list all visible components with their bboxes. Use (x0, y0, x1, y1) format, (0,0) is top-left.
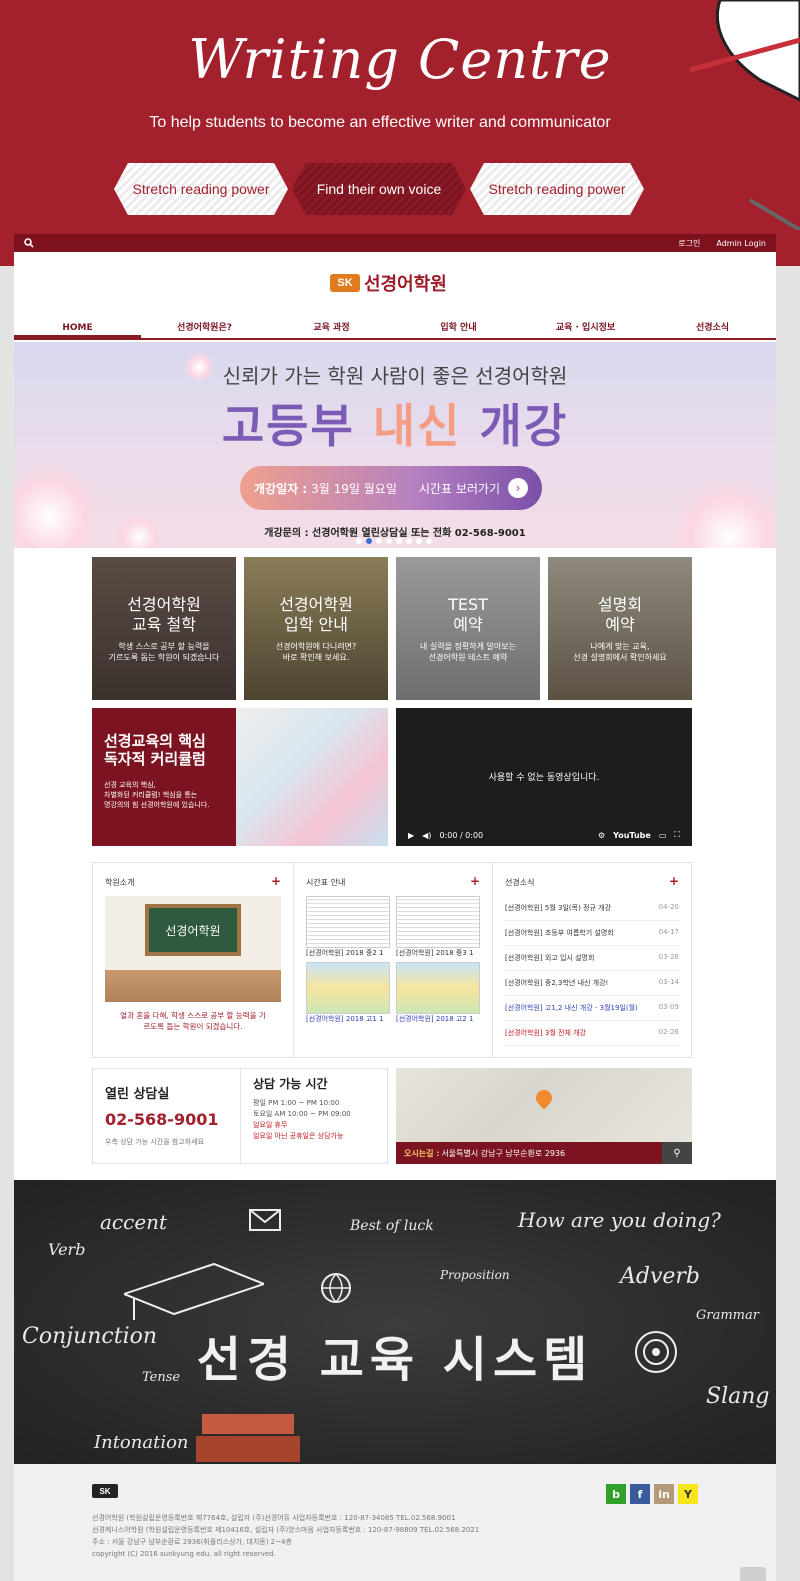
timetable-thumb[interactable] (306, 962, 390, 1014)
timetable-thumb[interactable] (306, 896, 390, 948)
play-icon[interactable]: ▶ (408, 831, 414, 840)
pill-stretch-reading-1[interactable]: Stretch reading power (114, 163, 288, 215)
video-time: 0:00 / 0:00 (439, 830, 484, 840)
site-footer: SK b f in Y 선경어학원 (학원설립운영등록번호 제7764호, 설립… (14, 1464, 776, 1581)
map-address: 오시는길 : 서울특별시 강남구 남부순환로 2936 (396, 1142, 692, 1164)
contact-phone[interactable]: 02-568-9001 (105, 1110, 228, 1129)
location-map[interactable]: 오시는길 : 서울특별시 강남구 남부순환로 2936 ⚲ (396, 1068, 692, 1164)
contact-note: 우측 상담 가능 시간을 참고하세요 (105, 1138, 205, 1146)
tile-philosophy[interactable]: 선경어학원 교육 철학 학생 스스로 공부 할 능력을 기르도록 돕는 학원이 되겠… (92, 557, 236, 700)
facebook-icon[interactable]: f (630, 1484, 650, 1504)
slider-dots[interactable] (356, 538, 432, 544)
books-icon (196, 1414, 300, 1462)
graduation-cap-icon (124, 1262, 264, 1320)
settings-icon[interactable]: ⚙ (598, 831, 605, 840)
social-links: b f in Y (606, 1484, 698, 1504)
timetable-cta-button[interactable]: 개강일자 :3월 19일 월요일 시간표 보러가기 › (240, 466, 542, 510)
timetable-label[interactable]: [선경어학원] 2018 중3 1 (396, 948, 480, 958)
footer-info: 선경어학원 (학원설립운영등록번호 제7764호, 설립자 (주)선경어듀 사업… (92, 1514, 480, 1558)
website-frame: 로그인 Admin Login SK 선경어학원 HOME 선경어학원은? 교육… (14, 234, 776, 1581)
volume-icon[interactable]: ◀) (422, 831, 431, 840)
news-item[interactable]: [선경어학원] 초등부 여름학기 설명회 04-17 (505, 921, 679, 946)
scroll-top-button[interactable] (740, 1567, 766, 1581)
timetable-label[interactable]: [선경어학원] 2018 고2 1 (396, 1014, 480, 1024)
globe-icon (321, 1273, 351, 1304)
plus-icon[interactable]: + (271, 875, 281, 888)
timetable-label[interactable]: [선경어학원] 2018 중2 1 (306, 948, 390, 958)
logo-mark: SK (330, 274, 360, 292)
site-logo[interactable]: SK 선경어학원 (330, 270, 447, 296)
hours-sunday: 일요일 휴무 (253, 1121, 288, 1129)
timetable-thumb[interactable] (396, 896, 480, 948)
tile-admission[interactable]: 선경어학원 입학 안내 선경어학원에 다니려면? 바로 확인해 보세요. (244, 557, 388, 700)
plus-icon[interactable]: + (669, 875, 679, 888)
about-box: 학원소개 + 선경어학원 열과 혼을 다해, 학생 스스로 공부 할 능력을 기르… (93, 863, 294, 1057)
video-unavailable-message: 사용할 수 없는 동영상입니다. (488, 773, 600, 783)
timetable-label[interactable]: [선경어학원] 2018 고1 1 (306, 1014, 390, 1024)
info-boxes: 학원소개 + 선경어학원 열과 혼을 다해, 학생 스스로 공부 할 능력을 기르… (92, 862, 692, 1058)
hero-title: Writing Centre (188, 28, 612, 91)
tile-test[interactable]: TEST 예약 내 실력을 정확하게 알아보는 선경어학원 테스트 예약 (396, 557, 540, 700)
location-pin-icon[interactable]: ⚲ (662, 1142, 692, 1164)
about-caption: 열과 혼을 다해, 학생 스스로 공부 할 능력을 기 르도록 돕는 학원이 되겠… (120, 1011, 266, 1031)
hero-banner[interactable]: 신뢰가 가는 학원 사람이 좋은 선경어학원 고등부 내신 개강 개강일자 :3… (14, 342, 776, 548)
login-link[interactable]: 로그인 (678, 238, 700, 249)
news-item[interactable]: [선경어학원] 고1,2 내신 개강 - 3월19일(월) 03-09 (505, 996, 679, 1021)
chalkboard-title: 선경 교육 시스템 (196, 1332, 594, 1388)
news-item[interactable]: [선경어학원] 중2,3학년 내신 개강! 03-14 (505, 971, 679, 996)
hours-heading: 상담 가능 시간 (253, 1077, 328, 1091)
tile-seminar[interactable]: 설명회 예약 나에게 맞는 교육, 선경 설명회에서 확인하세요 (548, 557, 692, 700)
blog-icon[interactable]: b (606, 1484, 626, 1504)
hand-with-pen-icon (690, 0, 800, 230)
pill-find-voice[interactable]: Find their own voice (292, 163, 466, 215)
banner-subtitle: 신뢰가 가는 학원 사람이 좋은 선경어학원 (222, 364, 568, 388)
news-box: 선경소식 + [선경어학원] 5월 3일(목) 정규 개강 04-20 [선경어학원… (493, 863, 691, 1057)
contact-heading: 열린 상담실 (105, 1087, 170, 1102)
news-item[interactable]: [선경어학원] 5월 3일(목) 정규 개강 04-20 (505, 896, 679, 921)
map-marker-icon (532, 1086, 556, 1110)
news-item[interactable]: [선경어학원] 3월 전체 개강 02-26 (505, 1021, 679, 1046)
admin-login-link[interactable]: Admin Login (716, 239, 766, 248)
writing-centre-header: Writing Centre To help students to becom… (0, 0, 800, 266)
quick-tiles: 선경어학원 교육 철학 학생 스스로 공부 할 능력을 기르도록 돕는 학원이 되겠… (92, 557, 692, 700)
cast-icon[interactable]: ▭ (659, 831, 667, 840)
youtube-logo[interactable]: YouTube (613, 831, 651, 840)
fullscreen-icon[interactable]: ⛶ (674, 830, 680, 840)
plus-icon[interactable]: + (470, 875, 480, 888)
footer-logo[interactable]: SK (92, 1484, 118, 1498)
nav-home[interactable]: HOME (14, 320, 141, 338)
nav-courses[interactable]: 교육 과정 (268, 320, 395, 338)
nav-news[interactable]: 선경소식 (649, 320, 776, 338)
linkedin-icon[interactable]: in (654, 1484, 674, 1504)
chalkboard-banner: accent Verb Best of luck How are you doi… (14, 1180, 776, 1464)
timetable-thumb[interactable] (396, 962, 480, 1014)
banner-title: 고등부 내신 개강 (221, 399, 569, 453)
banner-inquiry: 개강문의 : 선경어학원 열린상담실 또는 전화 02-568-9001 (264, 528, 526, 539)
pill-stretch-reading-2[interactable]: Stretch reading power (470, 163, 644, 215)
chevron-right-icon: › (508, 478, 528, 498)
news-item[interactable]: [선경어학원] 외고 입시 설명회 03-26 (505, 946, 679, 971)
top-bar: 로그인 Admin Login (14, 234, 776, 252)
nav-admission[interactable]: 입학 안내 (395, 320, 522, 338)
curriculum-photo (236, 708, 388, 846)
nav-education-info[interactable]: 교육 · 입시정보 (522, 320, 649, 338)
envelope-icon (249, 1209, 281, 1231)
timetable-box: 시간표 안내 + [선경어학원] 2018 중2 1 [선경어학원] 2018 중… (294, 863, 493, 1057)
curriculum-feature[interactable]: 선경교육의 핵심 독자적 커리큘럼 선경 교육의 핵심, 차별화된 커리큘럼! 핵심… (92, 708, 388, 846)
hero-tagline: To help students to become an effective … (149, 114, 611, 131)
contact-box: 열린 상담실 02-568-9001 우측 상담 가능 시간을 참고하세요 상담… (92, 1068, 388, 1164)
logo-name: 선경어학원 (364, 274, 447, 295)
hours-weekday: 평일 PM 1:00 ~ PM 10:00 (253, 1099, 340, 1107)
hours-saturday: 토요일 AM 10:00 ~ PM 09:00 (253, 1110, 351, 1118)
search-icon[interactable] (24, 238, 34, 248)
video-player[interactable]: 사용할 수 없는 동영상입니다. ▶ ◀) 0:00 / 0:00 ⚙ YouT… (396, 708, 692, 846)
yellow-id-icon[interactable]: Y (678, 1484, 698, 1504)
classroom-image[interactable]: 선경어학원 (105, 896, 281, 1002)
nav-about[interactable]: 선경어학원은? (141, 320, 268, 338)
main-nav: HOME 선경어학원은? 교육 과정 입학 안내 교육 · 입시정보 선경소식 (14, 320, 776, 340)
hours-holiday: 일요일 아닌 공휴일은 상담가능 (253, 1132, 344, 1140)
